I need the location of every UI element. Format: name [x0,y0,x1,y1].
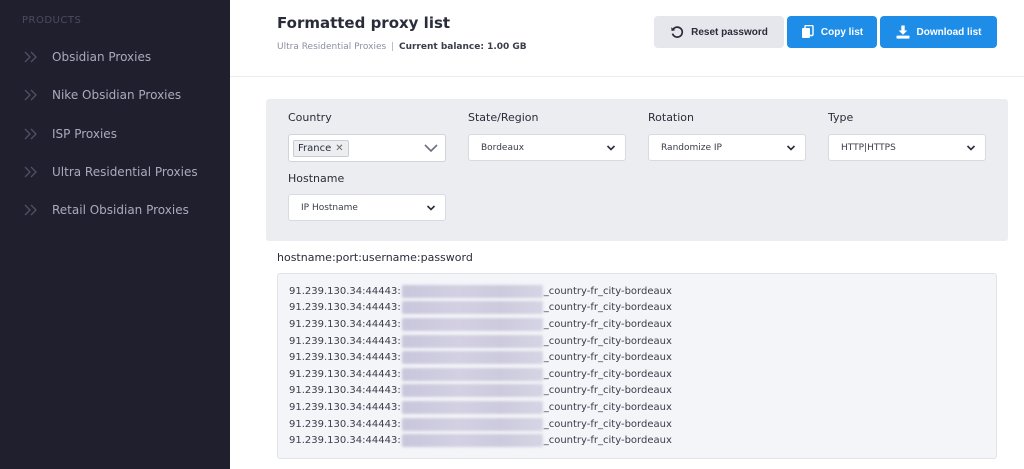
proxy-list-output[interactable]: 91.239.130.34:44443: _country-fr_city-bor… [277,273,997,459]
remove-chip-icon[interactable]: ✕ [335,143,343,154]
chevron-down-icon [424,144,438,153]
proxy-host-port: 91.239.130.34:44443: [289,368,401,380]
chevron-double-right-icon [24,128,37,140]
copy-icon [801,25,814,39]
sidebar-item-label: Nike Obsidian Proxies [52,88,182,103]
redacted-credentials [401,367,543,381]
proxy-user-suffix: _country-fr_city-bordeaux [543,302,672,314]
proxy-user-suffix: _country-fr_city-bordeaux [543,385,672,397]
type-label: Type [828,111,854,124]
redacted-credentials [401,284,543,298]
reset-password-button[interactable]: Reset password [654,16,784,48]
chevron-double-right-icon [24,166,37,178]
sidebar-menu: Obsidian Proxies Nike Obsidian Proxies I… [0,38,230,229]
page-subtitle: Ultra Residential Proxies | Current bala… [277,42,527,52]
redacted-credentials [401,351,543,365]
sidebar: PRODUCTS Obsidian Proxies Nike Obsidian … [0,0,230,469]
reset-password-label: Reset password [691,26,768,38]
sidebar-item-label: Obsidian Proxies [52,50,152,65]
proxy-line: 91.239.130.34:44443: _country-fr_city-bor… [289,416,996,433]
proxy-line: 91.239.130.34:44443: _country-fr_city-bor… [289,316,996,333]
proxy-line: 91.239.130.34:44443: _country-fr_city-bor… [289,349,996,366]
chevron-double-right-icon [24,51,37,63]
chevron-double-right-icon [24,89,37,101]
proxy-line: 91.239.130.34:44443: _country-fr_city-bor… [289,283,996,300]
redacted-credentials [401,434,543,448]
chevron-down-icon [966,145,976,151]
proxy-host-port: 91.239.130.34:44443: [289,352,401,364]
chevron-down-icon [426,205,436,211]
redacted-credentials [401,317,543,331]
proxy-host-port: 91.239.130.34:44443: [289,418,401,430]
product-name: Ultra Residential Proxies [277,42,387,52]
copy-list-label: Copy list [820,26,864,38]
hostname-value: IP Hostname [301,202,358,213]
redacted-credentials [401,417,543,431]
redacted-credentials [401,334,543,348]
header-divider [230,76,1024,77]
sidebar-item-retail-obsidian-proxies[interactable]: Retail Obsidian Proxies [0,191,230,229]
proxy-host-port: 91.239.130.34:44443: [289,285,401,297]
proxy-user-suffix: _country-fr_city-bordeaux [543,352,672,364]
proxy-user-suffix: _country-fr_city-bordeaux [543,401,672,413]
chevron-double-right-icon [24,204,37,216]
sidebar-item-label: Ultra Residential Proxies [52,165,198,180]
proxy-host-port: 91.239.130.34:44443: [289,335,401,347]
proxy-host-port: 91.239.130.34:44443: [289,302,401,314]
proxy-line: 91.239.130.34:44443: _country-fr_city-bor… [289,366,996,383]
main-content: Formatted proxy list Ultra Residential P… [230,0,1024,469]
sidebar-item-isp-proxies[interactable]: ISP Proxies [0,115,230,153]
sidebar-item-label: Retail Obsidian Proxies [52,203,189,218]
country-chip: France ✕ [293,139,349,157]
download-icon [896,25,910,39]
undo-icon [670,25,684,39]
rotation-label: Rotation [648,111,695,124]
sidebar-item-label: ISP Proxies [52,126,117,141]
chevron-down-icon [606,145,616,151]
proxy-line: 91.239.130.34:44443: _country-fr_city-bor… [289,383,996,400]
page-title: Formatted proxy list [277,14,451,32]
redacted-credentials [401,400,543,414]
current-balance: Current balance: 1.00 GB [398,42,527,52]
rotation-value: Randomize IP [661,142,722,153]
proxy-line: 91.239.130.34:44443: _country-fr_city-bor… [289,333,996,350]
proxy-user-suffix: _country-fr_city-bordeaux [543,368,672,380]
proxy-user-suffix: _country-fr_city-bordeaux [543,335,672,347]
country-label: Country [288,111,332,124]
state-region-value: Bordeaux [481,142,525,153]
proxy-host-port: 91.239.130.34:44443: [289,401,401,413]
proxy-line: 91.239.130.34:44443: _country-fr_city-bor… [289,300,996,317]
download-list-label: Download list [916,26,982,38]
proxy-line: 91.239.130.34:44443: _country-fr_city-bor… [289,432,996,449]
hostname-select[interactable]: IP Hostname [288,194,446,221]
proxy-user-suffix: _country-fr_city-bordeaux [543,285,672,297]
proxy-user-suffix: _country-fr_city-bordeaux [543,418,672,430]
country-chip-label: France [298,142,332,154]
download-list-button[interactable]: Download list [880,16,997,48]
sidebar-section-label: PRODUCTS [22,15,82,26]
type-value: HTTP|HTTPS [841,142,896,153]
state-region-label: State/Region [468,111,539,124]
type-select[interactable]: HTTP|HTTPS [828,134,986,161]
filter-panel: Country France ✕ State/Region Bordeaux R… [266,99,1008,241]
subtitle-separator: | [391,42,395,52]
sidebar-item-obsidian-proxies[interactable]: Obsidian Proxies [0,38,230,76]
proxy-host-port: 91.239.130.34:44443: [289,435,401,447]
redacted-credentials [401,384,543,398]
proxy-format-label: hostname:port:username:password [277,251,473,264]
rotation-select[interactable]: Randomize IP [648,134,806,161]
redacted-credentials [401,301,543,315]
hostname-label: Hostname [288,172,345,185]
copy-list-button[interactable]: Copy list [787,16,877,48]
proxy-host-port: 91.239.130.34:44443: [289,385,401,397]
proxy-user-suffix: _country-fr_city-bordeaux [543,318,672,330]
sidebar-item-nike-obsidian-proxies[interactable]: Nike Obsidian Proxies [0,76,230,114]
country-multiselect[interactable]: France ✕ [288,134,446,162]
proxy-user-suffix: _country-fr_city-bordeaux [543,435,672,447]
proxy-host-port: 91.239.130.34:44443: [289,318,401,330]
state-region-select[interactable]: Bordeaux [468,134,626,161]
proxy-line: 91.239.130.34:44443: _country-fr_city-bor… [289,399,996,416]
chevron-down-icon [786,145,796,151]
sidebar-item-ultra-residential-proxies[interactable]: Ultra Residential Proxies [0,153,230,191]
